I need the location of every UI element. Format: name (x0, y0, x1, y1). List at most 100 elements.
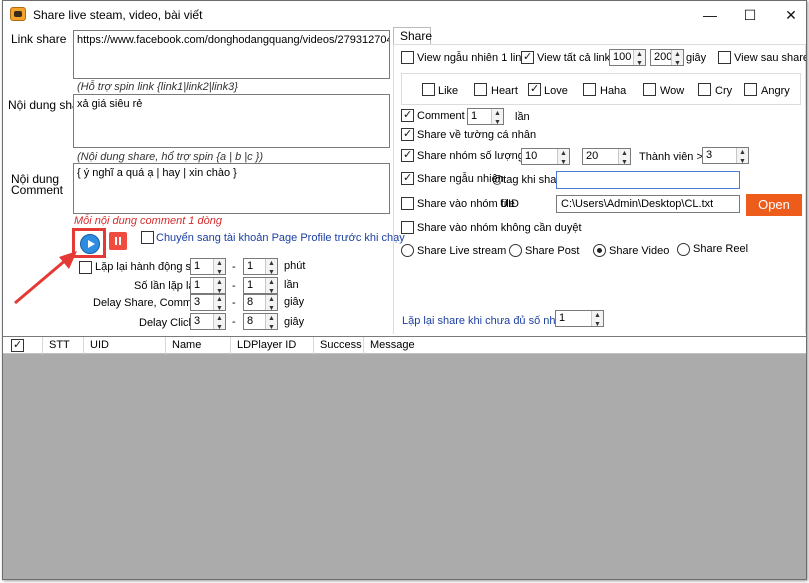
reaction-cry-checkbox[interactable] (698, 83, 711, 96)
comment-count-unit: lần (515, 111, 530, 123)
maximize-button[interactable]: ☐ (727, 1, 773, 29)
radio-share-video-label: Share Video (609, 245, 670, 257)
delay-share-from-value: 3 (194, 296, 201, 308)
view-random-label: View ngẫu nhiên 1 link (417, 52, 527, 64)
reaction-haha-label: Haha (600, 85, 627, 97)
groups-from-spinner[interactable]: 10 (521, 146, 570, 170)
view-all-label: View tất cả link (537, 52, 611, 64)
switch-page-label: Chuyển sang tài khoản Page Profile trước… (156, 232, 405, 244)
members-label: Thành viên > (639, 151, 703, 163)
grid-select-all-checkbox[interactable] (11, 339, 24, 352)
view-all-checkbox[interactable] (521, 51, 534, 64)
results-grid[interactable] (3, 336, 806, 579)
delay-click-from-value: 3 (194, 315, 201, 327)
delay-click-to-spinner[interactable]: 8 (243, 311, 278, 335)
repeat-from-spinner[interactable]: 1 (190, 256, 226, 280)
repeat-group-spinner[interactable]: 1 (555, 308, 604, 332)
radio-share-reel[interactable] (677, 243, 690, 256)
delay-share-dash: - (232, 297, 236, 309)
close-button[interactable]: ✕ (768, 1, 806, 29)
grid-header: STT UID Name LDPlayer ID Success Message (3, 336, 806, 354)
reaction-angry-checkbox[interactable] (744, 83, 757, 96)
reaction-like-checkbox[interactable] (422, 83, 435, 96)
share-wall-checkbox[interactable] (401, 128, 414, 141)
radio-share-live-stream-label: Share Live stream (417, 245, 507, 257)
comment-label-line2: Comment (11, 183, 64, 197)
repeat-to-spinner[interactable]: 1 (243, 256, 278, 280)
delay-click-to-value: 8 (247, 315, 254, 327)
grid-select-all-cell[interactable] (3, 337, 43, 354)
delay-click-from-spinner[interactable]: 3 (190, 311, 226, 335)
radio-share-post-label: Share Post (525, 245, 580, 257)
grid-col-message[interactable]: Message (364, 337, 806, 354)
radio-share-live-stream[interactable] (401, 244, 414, 257)
reaction-wow-label: Wow (660, 85, 685, 97)
delay-share-from-spinner[interactable]: 3 (190, 292, 226, 316)
comment-checkbox[interactable] (401, 109, 414, 122)
share-no-approve-checkbox[interactable] (401, 221, 414, 234)
share-no-approve-label: Share vào nhóm không cần duyệt (417, 222, 582, 234)
share-random-label: Share ngẫu nhiên (417, 173, 504, 185)
members-value: 3 (706, 149, 713, 161)
view-after-share-checkbox[interactable] (718, 51, 731, 64)
reaction-angry-label: Angry (761, 85, 790, 97)
times-to-value: 1 (247, 279, 254, 291)
play-icon[interactable] (80, 234, 100, 254)
switch-page-checkbox[interactable] (141, 231, 154, 244)
pause-icon[interactable] (109, 232, 127, 250)
repeat-unit: phút (284, 260, 306, 272)
share-file-checkbox[interactable] (401, 197, 414, 210)
delay-share-to-spinner[interactable]: 8 (243, 292, 278, 316)
repeat-from-value: 1 (194, 260, 201, 272)
tag-input[interactable] (556, 171, 740, 189)
share-random-checkbox[interactable] (401, 172, 414, 185)
open-button[interactable]: Open (746, 194, 802, 216)
comment-count-value: 1 (471, 110, 478, 122)
delay-share-unit: giây (284, 296, 305, 308)
share-groups-checkbox[interactable] (401, 149, 414, 162)
delay-click-label: Delay Click (139, 317, 195, 329)
view-to-value: 200 (654, 51, 673, 63)
reaction-wow-checkbox[interactable] (643, 83, 656, 96)
radio-share-post[interactable] (509, 244, 522, 257)
delay-click-unit: giây (284, 316, 305, 328)
grid-col-stt[interactable]: STT (43, 337, 84, 354)
share-wall-label: Share về tường cá nhân (417, 129, 537, 141)
reaction-love-checkbox[interactable] (528, 83, 541, 96)
reaction-cry-label: Cry (715, 85, 733, 97)
comment-count-spinner[interactable]: 1 (467, 106, 504, 130)
share-window: Share live steam, video, bài viết — ☐ ✕ … (2, 0, 807, 580)
view-from-spinner[interactable]: 100 (609, 47, 646, 71)
grid-col-ldplayer-id[interactable]: LDPlayer ID (231, 337, 314, 354)
radio-share-video[interactable] (593, 244, 606, 257)
groups-from-value: 10 (525, 150, 538, 162)
view-to-spinner[interactable]: 200 (650, 47, 684, 71)
grid-col-success[interactable]: Success (314, 337, 364, 354)
grid-col-uid[interactable]: UID (84, 337, 166, 354)
repeat-checkbox[interactable] (79, 261, 92, 274)
title-bar: Share live steam, video, bài viết — ☐ ✕ (3, 1, 806, 29)
delay-share-to-value: 8 (247, 296, 254, 308)
view-random-checkbox[interactable] (401, 51, 414, 64)
content-textbox[interactable]: xả giá siêu rẻ (73, 94, 390, 148)
comment-textbox[interactable]: { ý nghĩ a quá ạ | hay | xin chào } (73, 163, 390, 214)
members-spinner[interactable]: 3 (702, 145, 749, 169)
groups-to-spinner[interactable]: 20 (582, 146, 631, 170)
reaction-love-label: Love (544, 85, 568, 97)
comment-hint: Mỗi nội dung comment 1 dòng (74, 215, 222, 227)
tab-share[interactable]: Share (393, 27, 432, 45)
times-dash: - (232, 280, 236, 292)
reaction-heart-label: Heart (491, 85, 518, 97)
view-from-value: 100 (613, 51, 632, 63)
delay-click-dash: - (232, 316, 236, 328)
grid-col-name[interactable]: Name (166, 337, 231, 354)
repeat-label: Lặp lại hành động sau (95, 261, 204, 273)
reaction-haha-checkbox[interactable] (583, 83, 596, 96)
comment-option-label: Comment (417, 110, 465, 122)
reaction-heart-checkbox[interactable] (474, 83, 487, 96)
spin-link-hint: (Hỗ trợ spin link {link1|link2|link3} (77, 81, 238, 93)
app-icon (10, 7, 26, 21)
link-share-textbox[interactable]: https://www.facebook.com/donghodangquang… (73, 30, 390, 79)
file-path-input[interactable]: C:\Users\Admin\Desktop\CL.txt (556, 195, 740, 213)
repeat-dash: - (232, 261, 236, 273)
